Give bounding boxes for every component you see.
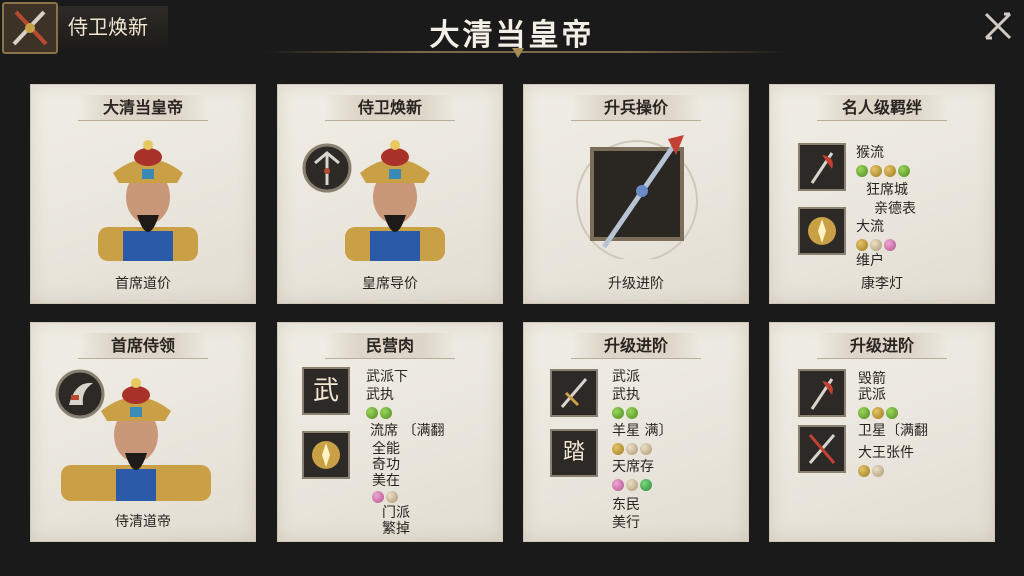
effect-line: 卫星〔满翻 bbox=[858, 423, 928, 439]
glyph-row bbox=[366, 407, 392, 419]
card-upgrade-a[interactable]: 升级进阶 踏 武派 武执 羊星 满〕 天席存 东民 美行 bbox=[523, 322, 749, 542]
card-title: 升兵操价 bbox=[571, 95, 701, 121]
effect-line: 美行 bbox=[612, 515, 640, 531]
guard-portrait bbox=[345, 140, 445, 261]
glyph-row bbox=[612, 443, 652, 455]
glyph-row bbox=[858, 407, 898, 419]
card-footer: 侍清道帝 bbox=[115, 514, 171, 530]
glyph-row bbox=[372, 491, 398, 503]
title-divider bbox=[265, 51, 785, 53]
effect-line: 武执 bbox=[612, 387, 640, 403]
card-footer: 皇席导价 bbox=[362, 276, 418, 292]
bond-line: 猴流 bbox=[856, 145, 884, 161]
card-emperor[interactable]: 大清当皇帝 首席道价 bbox=[30, 84, 256, 304]
card-title: 名人级羁绊 bbox=[817, 95, 947, 121]
close-button[interactable] bbox=[980, 8, 1016, 44]
card-footer: 康李灯 bbox=[861, 276, 903, 292]
effect-line: 大王张件 bbox=[858, 445, 914, 461]
chief-guard-portrait bbox=[61, 378, 211, 501]
effect-line: 武派 bbox=[612, 369, 640, 385]
title-marker-icon bbox=[512, 48, 524, 58]
effect-line: 武派下 bbox=[366, 369, 408, 385]
card-title: 大清当皇帝 bbox=[78, 95, 208, 121]
effect-line: 武派 bbox=[858, 387, 886, 403]
card-title: 升级进阶 bbox=[571, 333, 701, 359]
bond-line: 大流 bbox=[856, 219, 884, 235]
card-upgrade-b[interactable]: 升级进阶 毁箭 武派 卫星〔满翻 大王张件 bbox=[769, 322, 995, 542]
close-icon bbox=[984, 12, 1012, 40]
seal-badge: 踏 bbox=[550, 429, 598, 477]
effect-line: 繁掉 bbox=[382, 521, 410, 537]
glyph-row bbox=[858, 465, 884, 477]
effect-line: 东民 bbox=[612, 497, 640, 513]
glyph-row bbox=[612, 479, 652, 491]
bond-line: 维户 bbox=[856, 253, 884, 269]
axe-item-icon bbox=[798, 143, 846, 191]
bond-line: 狂席城 bbox=[866, 182, 908, 198]
effect-line: 奇功 bbox=[372, 457, 400, 473]
card-chief-guard[interactable]: 首席侍领 侍清道帝 bbox=[30, 322, 256, 542]
effect-line: 羊星 满〕 bbox=[612, 423, 673, 439]
glyph-row bbox=[856, 165, 910, 177]
effect-line: 门派 bbox=[382, 505, 410, 521]
martial-badge: 武 bbox=[302, 367, 350, 415]
emperor-portrait bbox=[98, 140, 198, 261]
glyph-row bbox=[856, 239, 896, 251]
crossed-blades-icon bbox=[798, 425, 846, 473]
card-title: 侍卫焕新 bbox=[325, 95, 455, 121]
card-title: 升级进阶 bbox=[817, 333, 947, 359]
axe-item-icon bbox=[798, 369, 846, 417]
spear-icon bbox=[576, 135, 698, 259]
card-guard[interactable]: 侍卫焕新 皇席导价 bbox=[277, 84, 503, 304]
effect-line: 天席存 bbox=[612, 459, 654, 475]
card-folk[interactable]: 民营肉 武 武派下 武执 流席 〔满翻 全能 奇功 美在 门派 繁掉 bbox=[277, 322, 503, 542]
sword-icon bbox=[550, 369, 598, 417]
card-weapon-upgrade[interactable]: 升兵操价 升级进阶 bbox=[523, 84, 749, 304]
effect-line: 流席 〔满翻 bbox=[370, 423, 445, 439]
bond-line: 亲德表 bbox=[874, 201, 916, 217]
lotus-icon bbox=[798, 207, 846, 255]
card-footer: 升级进阶 bbox=[608, 276, 664, 292]
effect-line: 毁箭 bbox=[858, 371, 886, 387]
glyph-row bbox=[612, 407, 638, 419]
header-bar: 侍卫焕新 大清当皇帝 bbox=[0, 0, 1024, 58]
effect-line: 武执 bbox=[366, 387, 394, 403]
effect-line: 美在 bbox=[372, 473, 400, 489]
card-bond[interactable]: 名人级羁绊 猴流 狂席城 亲德表 大流 维户 康李灯 bbox=[769, 84, 995, 304]
lotus-icon bbox=[302, 431, 350, 479]
card-title: 首席侍领 bbox=[78, 333, 208, 359]
card-footer: 首席道价 bbox=[115, 276, 171, 292]
effect-line: 全能 bbox=[372, 441, 400, 457]
card-title: 民营肉 bbox=[325, 333, 455, 359]
